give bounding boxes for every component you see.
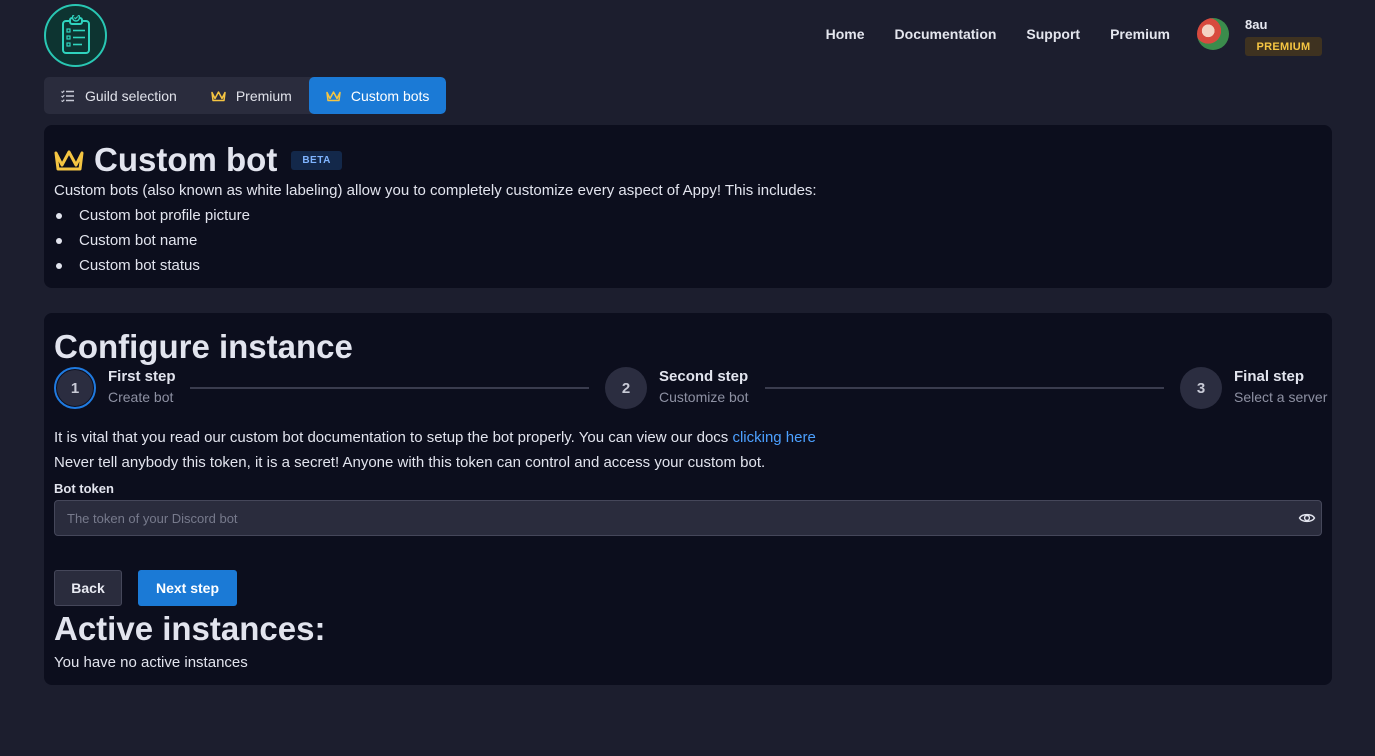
step-connector: [190, 387, 589, 389]
step-2-indicator: 2: [605, 367, 647, 409]
bot-token-input[interactable]: [54, 500, 1322, 536]
configure-instance-card: Configure instance 1 First step Create b…: [44, 313, 1332, 685]
step-connector: [765, 387, 1164, 389]
nav-support-link[interactable]: Support: [1026, 26, 1080, 42]
step-1-subtitle: Create bot: [108, 389, 174, 405]
tab-label: Premium: [235, 87, 292, 104]
crown-icon: [326, 90, 341, 101]
configure-title: Configure instance: [54, 328, 353, 365]
page-title: Custom bot: [94, 141, 278, 178]
list-icon: [61, 89, 74, 102]
docs-link[interactable]: clicking here: [732, 429, 815, 446]
list-item: Custom bot profile picture: [54, 206, 250, 231]
crown-icon: [211, 90, 226, 101]
step-2-title: Second step: [659, 368, 749, 385]
beta-badge: BETA: [291, 150, 342, 170]
nav-home-link[interactable]: Home: [826, 26, 865, 42]
step-3-title: Final step: [1234, 368, 1305, 385]
custom-bot-intro-card: Custom bot BETA Custom bots (also known …: [44, 125, 1332, 288]
clipboard-checklist-icon: [61, 14, 90, 54]
title-row: Custom bot BETA: [54, 141, 342, 179]
intro-description: Custom bots (also known as white labelin…: [54, 182, 817, 199]
feature-text: Custom bot name: [79, 232, 198, 249]
back-button[interactable]: Back: [54, 570, 122, 606]
nav-premium-link[interactable]: Premium: [1110, 26, 1170, 42]
tab-label: Custom bots: [350, 87, 430, 104]
step-2-subtitle: Customize bot: [659, 389, 749, 405]
eye-icon[interactable]: [1298, 509, 1316, 527]
documentation-notice: It is vital that you read our custom bot…: [54, 429, 816, 446]
top-header: Home Documentation Support Premium 8au P…: [0, 0, 1375, 72]
bot-token-label: Bot token: [54, 481, 114, 496]
active-instances-empty-text: You have no active instances: [54, 654, 248, 671]
feature-text: Custom bot status: [79, 257, 200, 274]
dashboard-tabs: Guild selection Premium Custom bots: [44, 77, 447, 114]
step-3-subtitle: Select a server: [1234, 389, 1328, 405]
tab-label: Guild selection: [85, 87, 177, 104]
premium-badge: PREMIUM: [1245, 37, 1322, 56]
active-instances-title: Active instances:: [54, 610, 326, 647]
documentation-text: It is vital that you read our custom bot…: [54, 429, 733, 446]
user-name[interactable]: 8au: [1245, 17, 1267, 32]
main-nav: Home Documentation Support Premium: [826, 26, 1170, 42]
crown-icon: [54, 150, 84, 171]
list-item: Custom bot status: [54, 256, 250, 281]
user-avatar[interactable]: [1197, 18, 1229, 50]
tab-custom-bots[interactable]: Custom bots: [308, 77, 447, 114]
tab-guild-selection[interactable]: Guild selection: [44, 77, 194, 114]
list-item: Custom bot name: [54, 231, 250, 256]
tab-premium[interactable]: Premium: [194, 77, 309, 114]
app-logo[interactable]: [44, 4, 107, 67]
feature-list: Custom bot profile picture Custom bot na…: [54, 206, 250, 281]
step-3-indicator: 3: [1180, 367, 1222, 409]
step-1-title: First step: [108, 368, 176, 385]
next-step-button[interactable]: Next step: [138, 570, 237, 606]
token-warning: Never tell anybody this token, it is a s…: [54, 454, 766, 471]
feature-text: Custom bot profile picture: [79, 207, 250, 224]
step-1-indicator: 1: [54, 367, 96, 409]
nav-documentation-link[interactable]: Documentation: [895, 26, 997, 42]
